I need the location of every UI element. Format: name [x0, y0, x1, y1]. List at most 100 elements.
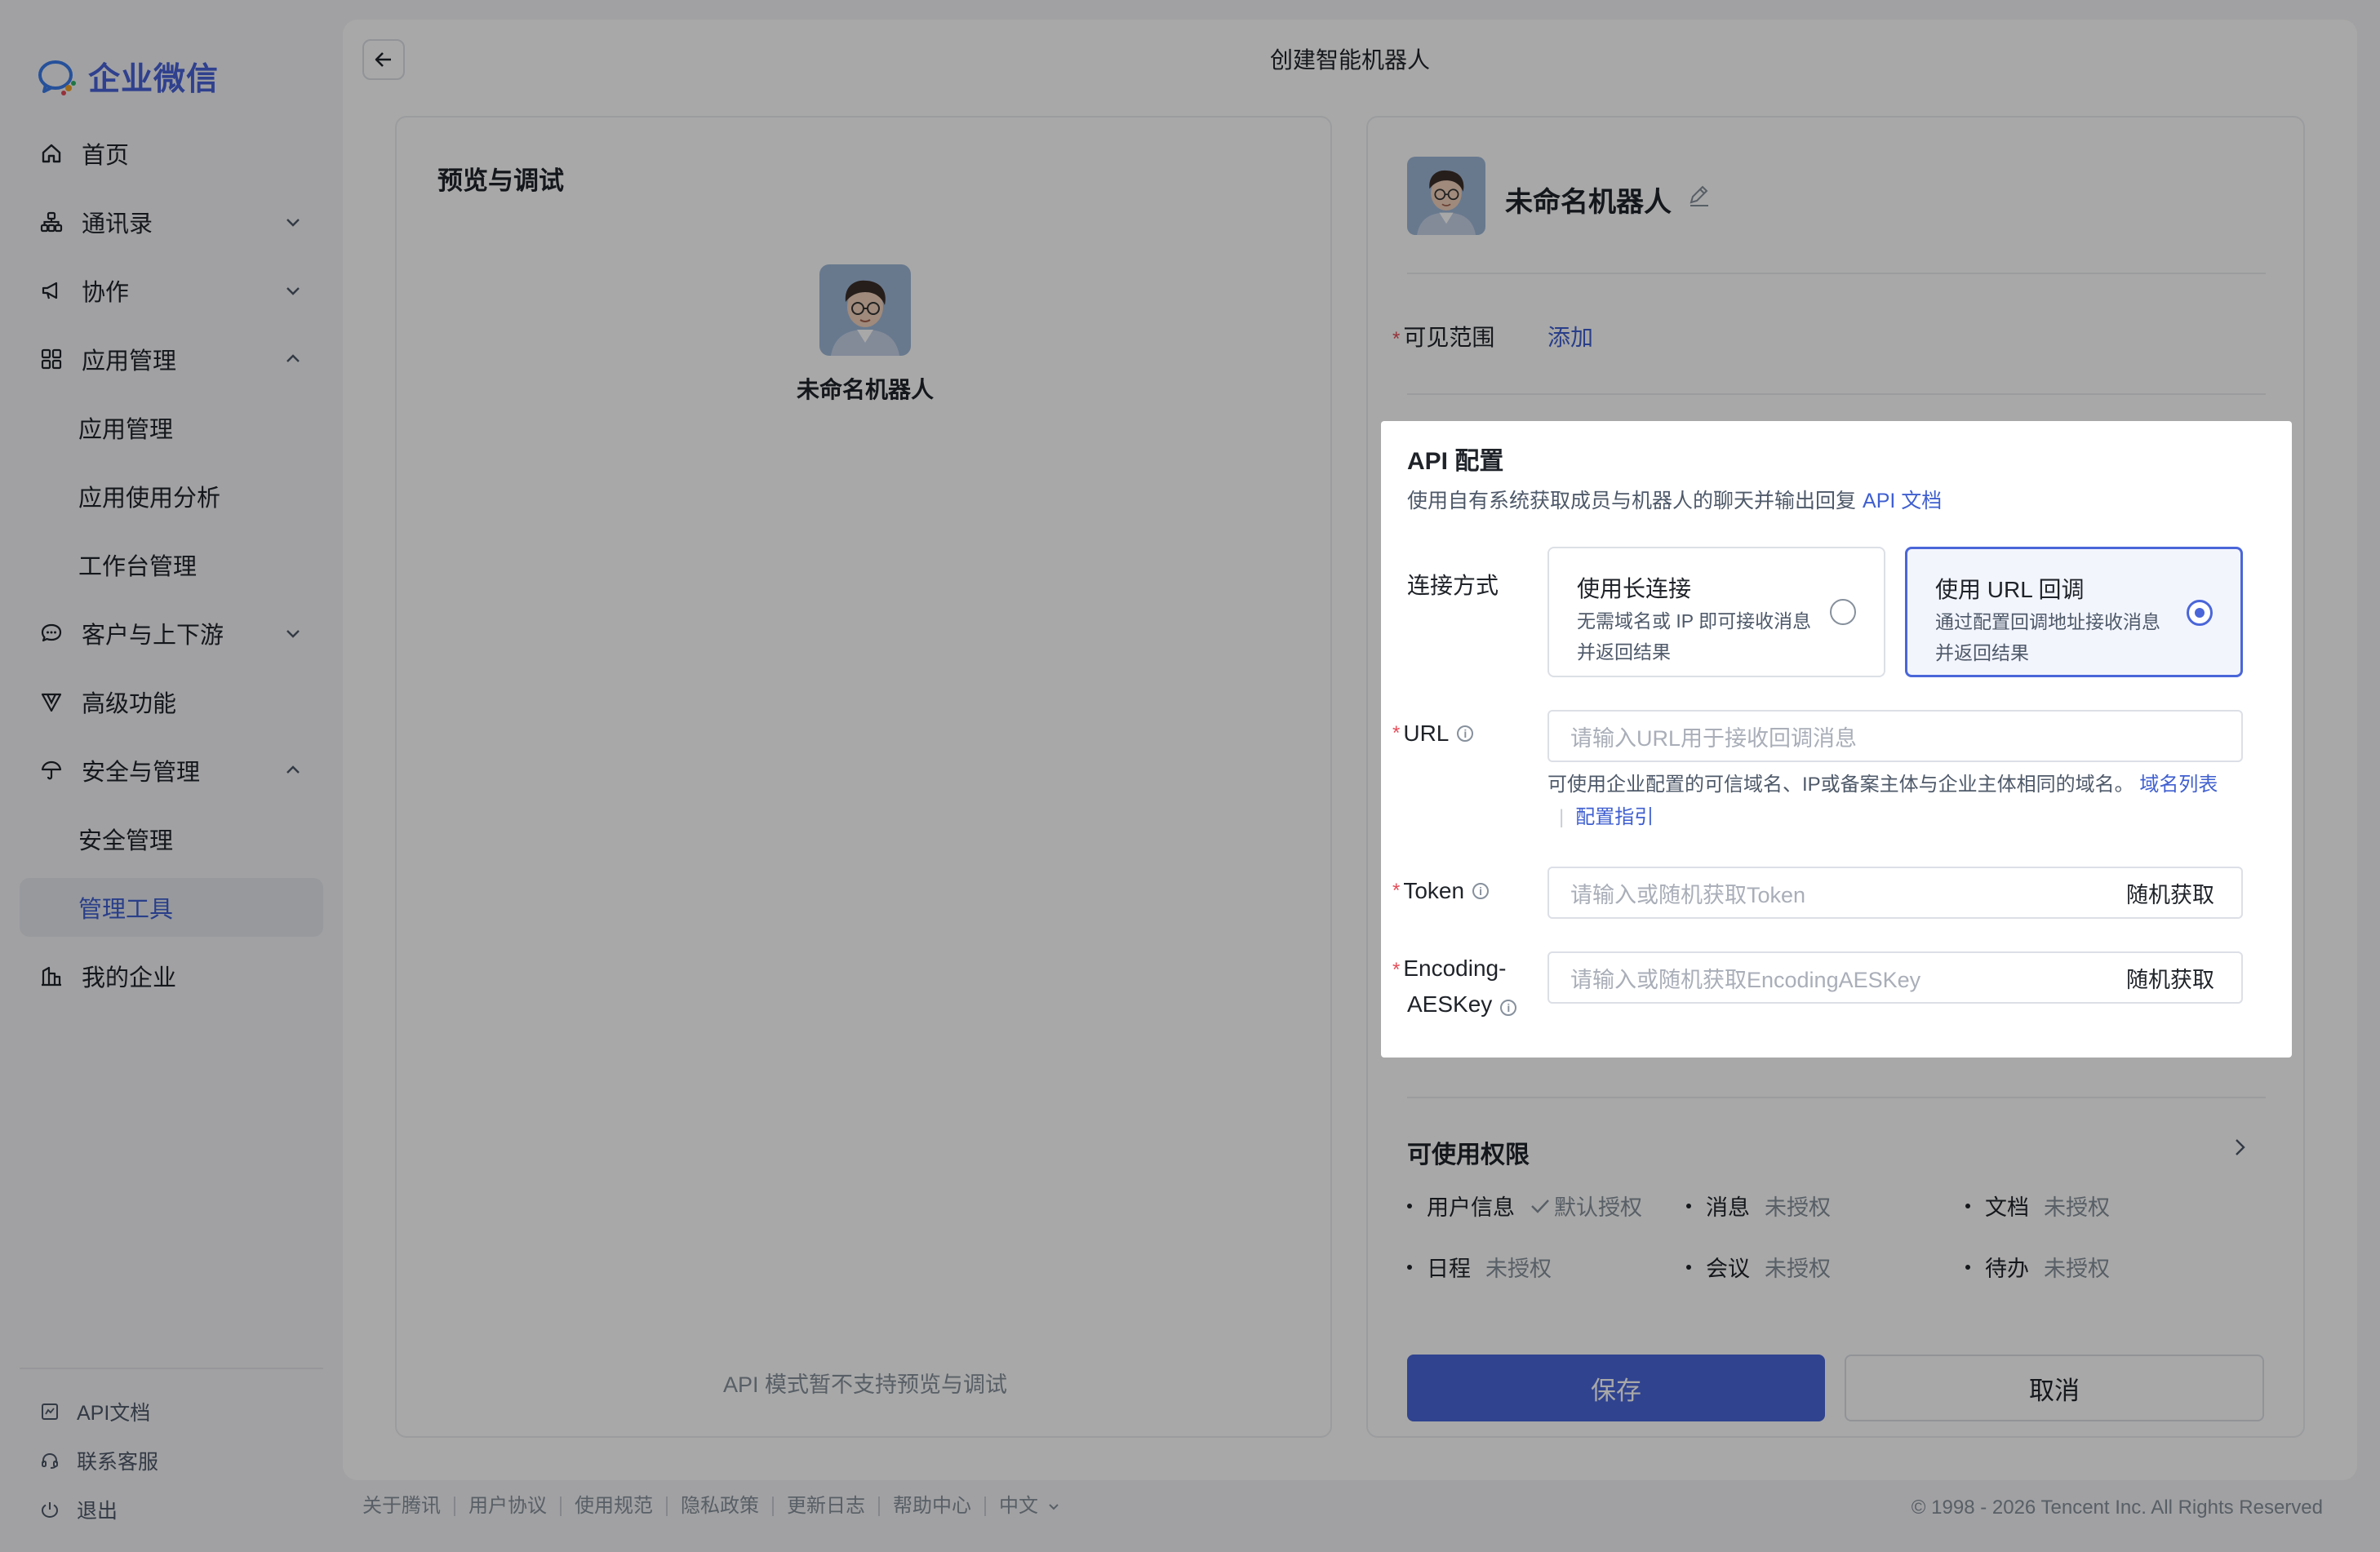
option-desc: 无需域名或 IP 即可接收消息并返回结果	[1577, 610, 1812, 663]
permission-item: 待办 未授权	[1965, 1251, 2245, 1283]
url-input[interactable]: 请输入URL用于接收回调消息	[1547, 710, 2243, 762]
sidebar-item-label: 安全与管理	[82, 760, 201, 786]
bot-avatar	[819, 264, 911, 356]
info-icon[interactable]: i	[1472, 883, 1490, 899]
sidebar-item-label: 应用管理	[78, 417, 174, 443]
sidebar-item-label: 客户与上下游	[82, 623, 224, 649]
sidebar-item-label: 我的企业	[82, 965, 177, 991]
umbrella-icon	[39, 758, 64, 783]
sidebar-item-label: 安全管理	[78, 828, 174, 854]
footer-links: 关于腾讯 用户协议 使用规范 隐私政策 更新日志 帮助中心 中文	[362, 1497, 1074, 1516]
footer-link-user-agreement[interactable]: 用户协议	[455, 1497, 562, 1516]
domain-list-link[interactable]: 域名列表	[2139, 774, 2218, 796]
visible-scope-label: * 可见范围	[1392, 320, 1494, 353]
aes-key-input[interactable]: 请输入或随机获取EncodingAESKey	[1547, 951, 2101, 1004]
footer-link-help-center[interactable]: 帮助中心	[880, 1497, 986, 1516]
language-label: 中文	[999, 1495, 1038, 1517]
sidebar-link-label: 退出	[77, 1500, 118, 1523]
permissions-grid: 用户信息 默认授权 消息 未授权 文档 未授权 日程 未授权 会议 未授权 待办 未授权	[1407, 1190, 2256, 1283]
preview-bot-name: 未命名机器人	[796, 377, 934, 402]
sidebar-subitem-app-management[interactable]: 应用管理	[20, 398, 323, 457]
bot-avatar[interactable]	[1407, 157, 1485, 235]
footer-link-about[interactable]: 关于腾讯	[362, 1497, 455, 1516]
url-label-text: URL	[1403, 721, 1450, 746]
sidebar-item-label: 工作台管理	[78, 554, 198, 580]
visible-scope-text: 可见范围	[1403, 325, 1495, 350]
url-hint: 可使用企业配置的可信域名、IP或备案主体与企业主体相同的域名。 域名列表 | 配置指…	[1547, 774, 2218, 828]
footer-link-privacy[interactable]: 隐私政策	[668, 1497, 774, 1516]
aes-label-line1: Encoding-	[1403, 956, 1507, 981]
sidebar-subitem-app-usage[interactable]: 应用使用分析	[20, 467, 323, 525]
edit-icon[interactable]	[1686, 183, 1712, 209]
option-desc: 通过配置回调地址接收消息并返回结果	[1935, 611, 2160, 663]
permission-status: 未授权	[1765, 1195, 1831, 1220]
sidebar-item-advanced[interactable]: 高级功能	[20, 672, 323, 731]
token-input[interactable]: 请输入或随机获取Token	[1547, 867, 2101, 919]
permission-status: 默认授权	[1554, 1195, 1642, 1220]
option-long-connection[interactable]: 使用长连接 无需域名或 IP 即可接收消息并返回结果	[1547, 547, 1885, 677]
permission-name: 待办	[1985, 1257, 2029, 1281]
token-random-button[interactable]: 随机获取	[2099, 867, 2243, 919]
permission-item: 文档 未授权	[1965, 1190, 2245, 1222]
cancel-button[interactable]: 取消	[1845, 1355, 2264, 1421]
preview-title: 预览与调试	[437, 166, 564, 195]
sidebar-nav: 首页 通讯录 协作 应用管理 应用管理 应用使用分析 工作台管理 客户与上下游 …	[20, 124, 323, 1015]
api-doc-icon	[39, 1401, 60, 1422]
sidebar-link-logout[interactable]: 退出	[20, 1485, 323, 1534]
required-mark: *	[1392, 722, 1401, 744]
sidebar-item-label: 通讯录	[82, 211, 153, 237]
sidebar-item-security[interactable]: 安全与管理	[20, 741, 323, 800]
api-config-title: API 配置	[1407, 448, 1504, 475]
required-mark: *	[1392, 328, 1401, 350]
bot-name: 未命名机器人	[1505, 187, 1672, 218]
logo[interactable]: 企业微信	[36, 54, 219, 100]
permission-item: 会议 未授权	[1686, 1251, 1965, 1283]
footer-link-usage-rules[interactable]: 使用规范	[562, 1497, 668, 1516]
api-doc-link[interactable]: API 文档	[1863, 490, 1942, 512]
language-select[interactable]: 中文	[986, 1497, 1074, 1516]
radio-checked[interactable]	[2187, 600, 2213, 626]
sidebar-link-api-docs[interactable]: API文档	[20, 1387, 323, 1436]
radio-unchecked[interactable]	[1830, 599, 1856, 625]
option-url-callback[interactable]: 使用 URL 回调 通过配置回调地址接收消息并返回结果	[1905, 547, 2243, 677]
wecom-logo-icon	[38, 60, 76, 95]
sidebar-subitem-security-management[interactable]: 安全管理	[20, 809, 323, 868]
chat-bubble-icon	[39, 621, 64, 645]
permission-name: 用户信息	[1427, 1195, 1515, 1220]
config-guide-link[interactable]: 配置指引	[1575, 806, 1654, 828]
info-icon[interactable]: i	[1500, 1000, 1517, 1016]
sidebar-item-customers[interactable]: 客户与上下游	[20, 604, 323, 663]
aes-label-line2: AESKey	[1407, 991, 1493, 1017]
chevron-up-icon	[286, 765, 300, 774]
save-button[interactable]: 保存	[1407, 1355, 1825, 1421]
sidebar-item-home[interactable]: 首页	[20, 124, 323, 183]
sidebar: 企业微信 首页 通讯录 协作 应用管理 应用管理 应用使用分析 工作台管理 客户…	[0, 0, 341, 1552]
megaphone-icon	[39, 278, 64, 303]
preview-note: API 模式暂不支持预览与调试	[722, 1372, 1008, 1397]
api-config-card: API 配置 使用自有系统获取成员与机器人的聊天并输出回复 API 文档 连接方式…	[1381, 421, 2292, 1058]
permission-name: 文档	[1985, 1195, 2029, 1220]
footer-link-changelog[interactable]: 更新日志	[774, 1497, 880, 1516]
aes-random-button[interactable]: 随机获取	[2099, 951, 2243, 1004]
info-icon[interactable]: i	[1457, 725, 1474, 742]
sidebar-item-contacts[interactable]: 通讯录	[20, 193, 323, 251]
sidebar-subitem-workbench[interactable]: 工作台管理	[20, 535, 323, 594]
option-title: 使用 URL 回调	[1935, 577, 2085, 602]
sidebar-item-app-management[interactable]: 应用管理	[20, 330, 323, 388]
sidebar-item-label: 协作	[82, 280, 130, 306]
advanced-features-icon	[39, 690, 64, 714]
chevron-down-icon	[286, 630, 300, 638]
sidebar-subitem-admin-tools[interactable]: 管理工具	[20, 878, 323, 937]
page-title: 创建智能机器人	[1269, 47, 1430, 73]
visible-scope-add-link[interactable]: 添加	[1547, 320, 1593, 353]
token-label: * Token i	[1392, 878, 1490, 904]
permissions-title: 可使用权限	[1407, 1142, 1530, 1168]
sidebar-item-my-company[interactable]: 我的企业	[20, 947, 323, 1005]
sidebar-link-support[interactable]: 联系客服	[20, 1436, 323, 1485]
chevron-right-icon[interactable]	[2228, 1136, 2251, 1159]
sidebar-link-label: 联系客服	[77, 1451, 159, 1474]
preview-panel: 预览与调试 未命名机器人 API 模式暂不支持预览与调试	[395, 116, 1332, 1438]
sidebar-item-collaboration[interactable]: 协作	[20, 261, 323, 320]
api-config-desc: 使用自有系统获取成员与机器人的聊天并输出回复 API 文档	[1407, 485, 1942, 514]
copyright: © 1998 - 2026 Tencent Inc. All Rights Re…	[1911, 1497, 2323, 1519]
